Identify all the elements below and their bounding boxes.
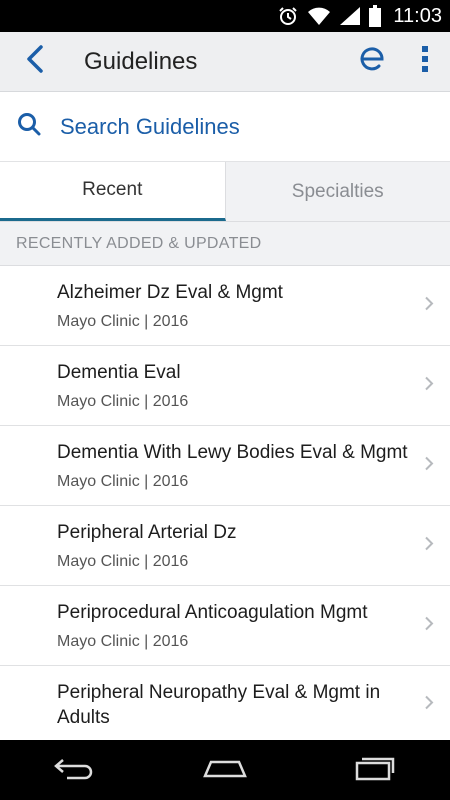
chevron-right-icon: [424, 695, 434, 716]
tab-specialties[interactable]: Specialties: [225, 162, 450, 221]
search-label: Search Guidelines: [60, 113, 240, 139]
back-nav-icon: [53, 756, 97, 785]
list-item[interactable]: Alzheimer Dz Eval & Mgmt Mayo Clinic | 2…: [0, 266, 450, 346]
list-item[interactable]: Peripheral Neuropathy Eval & Mgmt in Adu…: [0, 666, 450, 740]
page-title: Guidelines: [84, 47, 198, 75]
epocrates-logo-button[interactable]: [344, 32, 400, 92]
nav-back-button[interactable]: [30, 740, 120, 800]
status-bar: 11:03: [0, 0, 450, 32]
item-title: Dementia Eval: [57, 362, 181, 383]
item-subtitle: Mayo Clinic | 2016: [57, 473, 189, 490]
item-title: Alzheimer Dz Eval & Mgmt: [57, 282, 283, 303]
section-header: RECENTLY ADDED & UPDATED: [0, 222, 450, 266]
nav-home-button[interactable]: [180, 740, 270, 800]
back-button[interactable]: [0, 32, 70, 92]
list-item[interactable]: Dementia With Lewy Bodies Eval & Mgmt Ma…: [0, 426, 450, 506]
item-subtitle: Mayo Clinic | 2016: [57, 313, 189, 330]
app-bar: Guidelines: [0, 32, 450, 92]
nav-recents-button[interactable]: [330, 740, 420, 800]
screen: Guidelines Search Guidelines Recent Spec…: [0, 32, 450, 740]
list-item[interactable]: Dementia Eval Mayo Clinic | 2016: [0, 346, 450, 426]
item-title: Dementia With Lewy Bodies Eval & Mgmt: [57, 442, 408, 463]
home-nav-icon: [201, 756, 249, 785]
chevron-right-icon: [424, 455, 434, 476]
recents-nav-icon: [353, 755, 397, 786]
epocrates-e-icon: [358, 45, 386, 78]
guideline-list: Alzheimer Dz Eval & Mgmt Mayo Clinic | 2…: [0, 266, 450, 740]
search-icon: [16, 111, 42, 142]
list-item[interactable]: Periprocedural Anticoagulation Mgmt Mayo…: [0, 586, 450, 666]
signal-icon: [339, 6, 361, 26]
chevron-right-icon: [424, 375, 434, 396]
more-vertical-icon: [421, 45, 429, 78]
chevron-right-icon: [424, 615, 434, 636]
wifi-icon: [307, 6, 331, 26]
battery-icon: [369, 5, 382, 27]
item-subtitle: Mayo Clinic | 2016: [57, 393, 189, 410]
chevron-left-icon: [25, 44, 45, 79]
item-title: Peripheral Neuropathy Eval & Mgmt in Adu…: [57, 682, 381, 728]
more-options-button[interactable]: [400, 32, 450, 92]
chevron-right-icon: [424, 535, 434, 556]
tab-bar: Recent Specialties: [0, 162, 450, 222]
alarm-icon: [277, 5, 299, 27]
item-subtitle: Mayo Clinic | 2016: [57, 633, 189, 650]
tab-recent[interactable]: Recent: [0, 162, 226, 221]
system-nav-bar: [0, 740, 450, 800]
status-time: 11:03: [393, 4, 442, 27]
list-item[interactable]: Peripheral Arterial Dz Mayo Clinic | 201…: [0, 506, 450, 586]
search-guidelines-button[interactable]: Search Guidelines: [0, 92, 450, 162]
item-title: Periprocedural Anticoagulation Mgmt: [57, 602, 368, 623]
item-title: Peripheral Arterial Dz: [57, 522, 237, 543]
chevron-right-icon: [424, 295, 434, 316]
item-subtitle: Mayo Clinic | 2016: [57, 553, 189, 570]
